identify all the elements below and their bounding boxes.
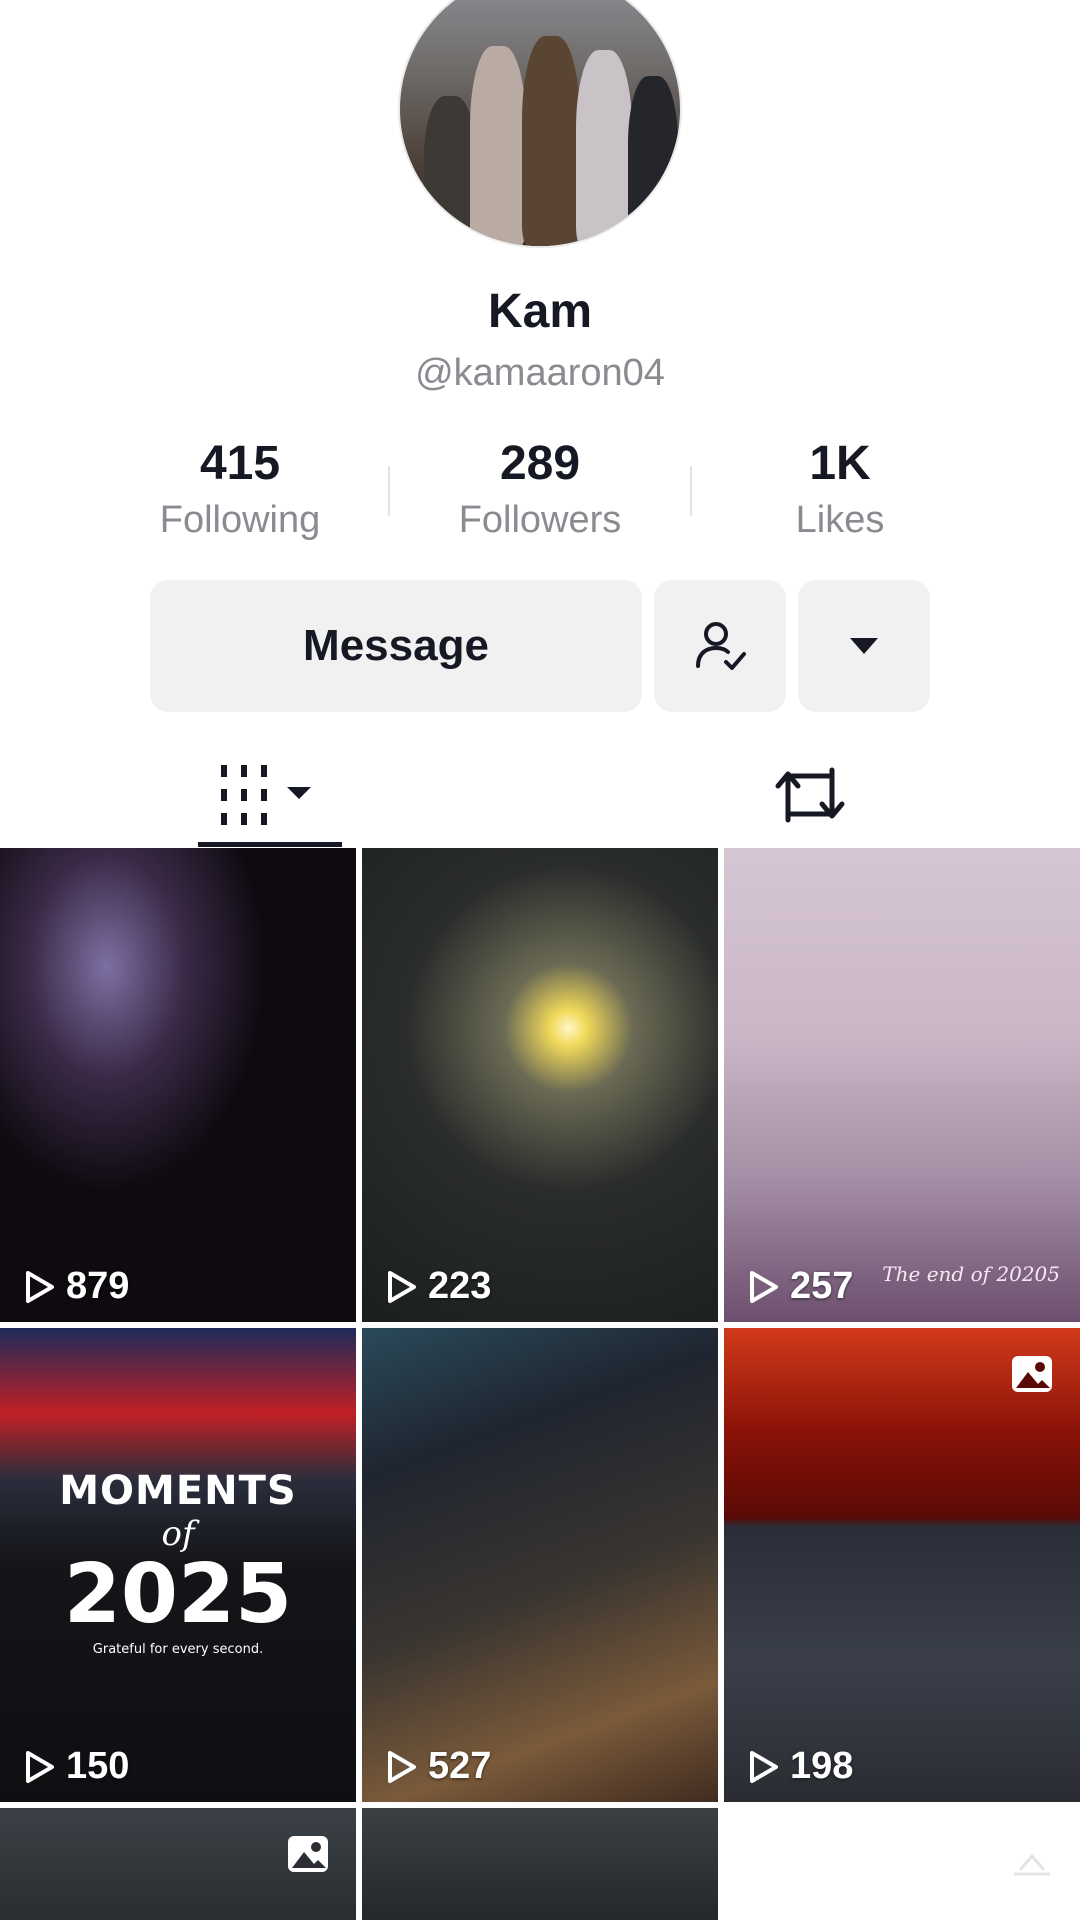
view-count: 150 <box>24 1745 129 1788</box>
photo-thumbnail[interactable]: 198 <box>724 1328 1080 1802</box>
view-count: 223 <box>386 1265 491 1308</box>
play-icon <box>26 1270 54 1303</box>
photo-icon <box>288 1836 328 1872</box>
stats-divider <box>690 466 692 516</box>
tab-reposts[interactable] <box>740 740 880 850</box>
following-button[interactable] <box>654 580 786 712</box>
view-count-value: 527 <box>428 1745 492 1787</box>
video-thumbnail[interactable]: 223 <box>362 848 718 1322</box>
profile-avatar[interactable] <box>398 0 682 248</box>
stats-divider <box>388 466 390 516</box>
video-thumbnail[interactable]: 527 <box>362 1328 718 1802</box>
profile-handle: @kamaaron04 <box>415 352 665 394</box>
stat-following-label: Following <box>159 499 321 541</box>
photo-thumbnail[interactable] <box>0 1808 356 1920</box>
stat-followers-label: Followers <box>458 499 622 541</box>
overlay-line: Grateful for every second. <box>92 1642 264 1657</box>
play-icon <box>26 1750 54 1783</box>
tab-videos[interactable] <box>196 740 342 850</box>
message-button[interactable]: Message <box>150 580 642 712</box>
stat-likes[interactable]: 1K Likes <box>720 436 960 542</box>
view-count: 257 <box>748 1265 853 1308</box>
overlay-line: MOMENTS <box>59 1468 297 1514</box>
thumbnail-overlay-text: MOMENTS of 2025 Grateful for every secon… <box>0 1468 356 1657</box>
overlay-line: 2025 <box>63 1547 293 1642</box>
video-thumbnail[interactable] <box>362 1808 718 1920</box>
stat-likes-label: Likes <box>795 499 885 541</box>
video-thumbnail[interactable]: MOMENTS of 2025 Grateful for every secon… <box>0 1328 356 1802</box>
loading-icon <box>1014 1853 1050 1876</box>
more-options-button[interactable] <box>798 580 930 712</box>
play-icon <box>750 1270 778 1303</box>
play-icon <box>388 1270 416 1303</box>
profile-name: Kam <box>487 285 593 338</box>
play-icon <box>750 1750 778 1783</box>
active-tab-indicator <box>198 842 342 847</box>
view-count: 527 <box>386 1745 491 1788</box>
stat-followers-value: 289 <box>499 437 581 490</box>
stat-followers[interactable]: 289 Followers <box>420 436 660 542</box>
loading-placeholder <box>724 1808 1080 1920</box>
thumbnail-caption: The end of 20205 <box>882 1262 1060 1286</box>
view-count-value: 223 <box>428 1265 492 1307</box>
view-count-value: 257 <box>790 1265 854 1307</box>
video-thumbnail[interactable]: The end of 20205 257 <box>724 848 1080 1322</box>
view-count-value: 198 <box>790 1745 854 1787</box>
user-check-icon <box>696 622 746 670</box>
stat-likes-value: 1K <box>809 437 871 490</box>
caret-down-icon <box>850 638 878 654</box>
play-icon <box>388 1750 416 1783</box>
view-count: 879 <box>24 1265 129 1308</box>
view-count: 198 <box>748 1745 853 1788</box>
repost-icon <box>775 767 845 823</box>
photo-icon <box>1012 1356 1052 1392</box>
view-count-value: 879 <box>66 1265 130 1307</box>
video-thumbnail[interactable]: 879 <box>0 848 356 1322</box>
stat-following-value: 415 <box>199 437 281 490</box>
stat-following[interactable]: 415 Following <box>120 436 360 542</box>
videos-grid-icon <box>221 765 311 825</box>
view-count-value: 150 <box>66 1745 130 1787</box>
